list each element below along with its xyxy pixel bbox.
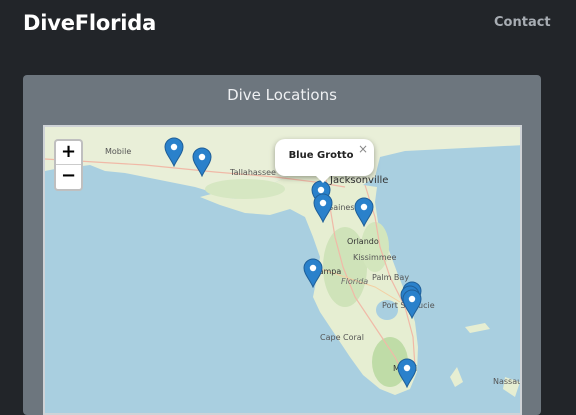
map-marker-icon[interactable] (354, 197, 374, 227)
card-title: Dive Locations (227, 86, 337, 104)
map-label-orlando: Orlando (347, 237, 379, 246)
popup-title: Blue Grotto (288, 150, 354, 161)
map-marker-icon[interactable] (192, 147, 212, 177)
map-label-mobile: Mobile (105, 147, 132, 156)
zoom-in-button[interactable]: + (56, 141, 81, 165)
map-marker-icon[interactable] (303, 258, 323, 288)
map-label-kissimmee: Kissimmee (353, 253, 397, 262)
marker-popup: Blue Grotto × (275, 139, 374, 183)
map-label-nassau: Nassau (493, 377, 522, 386)
zoom-out-button[interactable]: − (56, 165, 81, 189)
nav-link-contact[interactable]: Contact (494, 15, 551, 30)
map-marker-icon[interactable] (397, 358, 417, 388)
navbar: DiveFlorida Contact (0, 0, 576, 50)
zoom-control: + − (54, 139, 83, 191)
map-label-jacksonville: Jacksonville (330, 175, 389, 186)
close-icon[interactable]: × (358, 142, 368, 156)
brand-logo[interactable]: DiveFlorida (23, 11, 156, 35)
map-label-tallahassee: Tallahassee (230, 168, 276, 177)
map-marker-icon[interactable] (402, 289, 422, 319)
map-container[interactable]: + − Mobile Tallahassee Jacksonville Gain… (43, 125, 522, 415)
map-marker-icon[interactable] (313, 193, 333, 223)
map-marker-icon[interactable] (164, 137, 184, 167)
map-label-florida: Florida (341, 277, 369, 286)
map-label-cape-coral: Cape Coral (320, 333, 364, 342)
